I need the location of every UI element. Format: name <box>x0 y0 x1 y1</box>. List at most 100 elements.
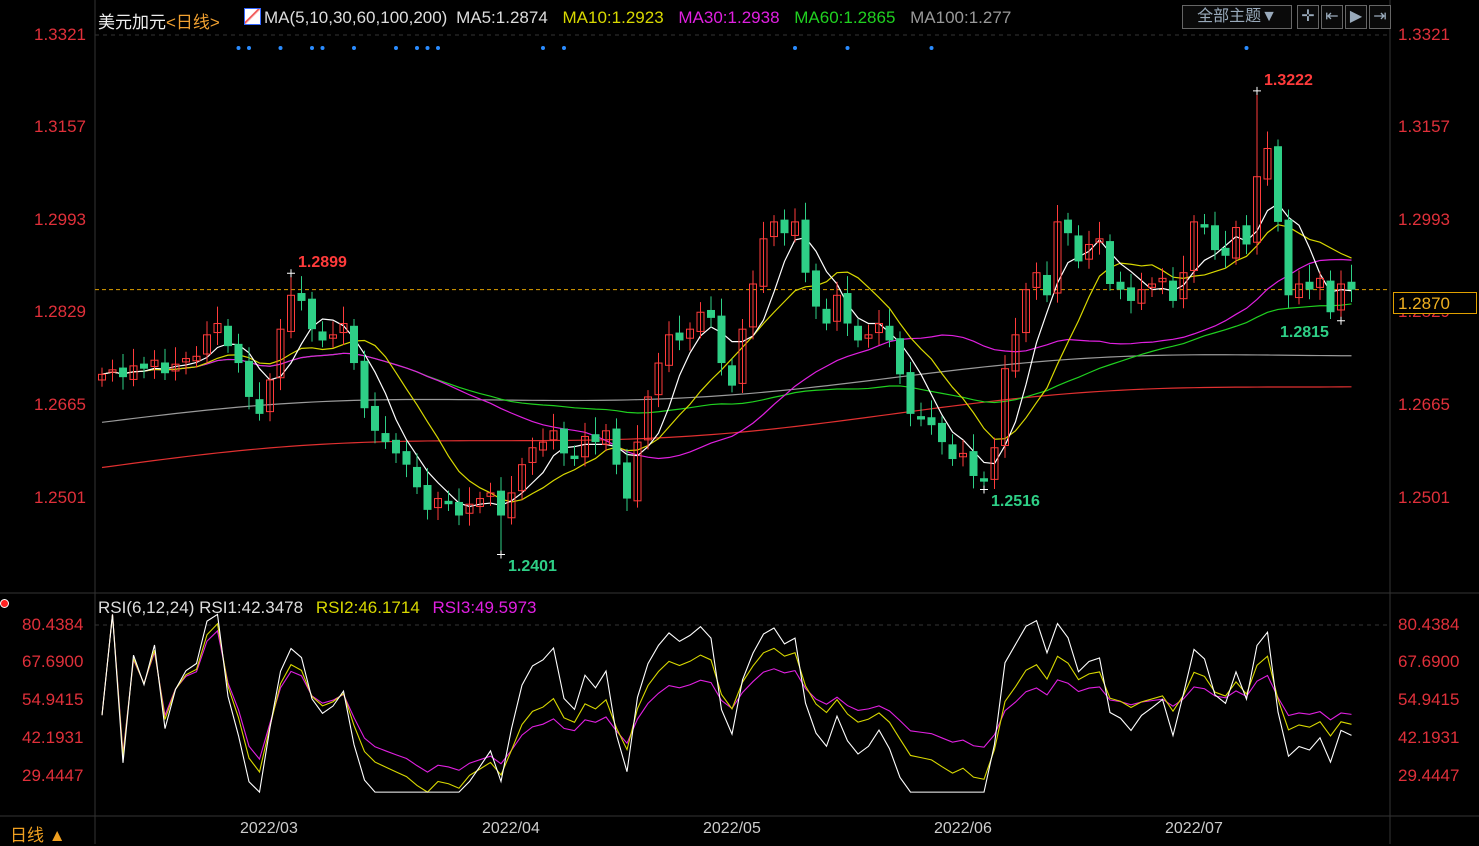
candle-down <box>371 405 379 431</box>
exit-button[interactable]: ⇥ <box>1369 5 1391 29</box>
rsi-legend: RSI(6,12,24) RSI1:42.3478 RSI2:46.1714 R… <box>98 598 537 617</box>
signal-dot <box>929 46 934 50</box>
price-tick: 1.2665 <box>34 395 86 414</box>
signal-dot <box>845 46 850 50</box>
candle-down <box>444 500 453 505</box>
signal-dot <box>320 46 325 50</box>
candle-down <box>161 362 169 374</box>
candle-down <box>234 343 243 364</box>
indicator-icon <box>244 8 261 25</box>
candle-down <box>717 315 726 364</box>
rsi-tick: 42.1931 <box>22 728 84 747</box>
signal-dot <box>793 46 797 50</box>
signal-dot <box>436 46 440 50</box>
candle-down <box>1127 287 1135 301</box>
candle-down <box>812 270 820 307</box>
crosshair-button[interactable]: ✛ <box>1297 5 1319 29</box>
rsi-tick: 67.6900 <box>22 652 84 671</box>
ma60-line <box>101 303 1352 414</box>
signal-dot <box>236 46 241 50</box>
price-tick: 1.3157 <box>1398 117 1450 136</box>
period-toggle[interactable]: 日线 ▲ <box>10 821 66 846</box>
candle-down <box>318 331 327 341</box>
range-button[interactable]: ⇤ <box>1321 5 1343 29</box>
candle-down <box>413 466 421 488</box>
candle-down <box>497 490 505 516</box>
low-annotation: 1.2516 <box>991 493 1040 510</box>
chart-canvas[interactable] <box>0 0 1479 844</box>
extreme-marker <box>1253 86 1261 95</box>
ma-legend: MA(5,10,30,60,100,200) MA5:1.2874 MA10:1… <box>244 8 1011 28</box>
crosshair-icon: ✛ <box>1301 8 1315 25</box>
candle-down <box>1074 235 1083 262</box>
candle-down <box>927 417 936 426</box>
candle-down <box>1221 247 1230 256</box>
candle-down <box>560 428 568 454</box>
candle-down <box>906 372 915 414</box>
candle-down <box>801 219 810 273</box>
exit-icon: ⇥ <box>1373 8 1387 25</box>
price-tick: 1.2665 <box>1398 395 1450 414</box>
candle-down <box>896 338 904 375</box>
candle-down <box>591 434 600 443</box>
candle-down <box>623 462 631 499</box>
candle-down <box>675 332 684 341</box>
candle-down <box>402 451 411 465</box>
candle-down <box>969 451 978 476</box>
ma200-line <box>101 386 1352 469</box>
extreme-marker <box>497 550 505 559</box>
rsi-tick: 29.4447 <box>22 766 84 785</box>
price-tick: 1.3157 <box>34 117 86 136</box>
candle-down <box>245 360 253 397</box>
theme-dropdown[interactable]: 全部主题▼ <box>1182 5 1292 29</box>
rsi-tick: 54.9415 <box>22 690 84 709</box>
candle-down <box>728 365 736 386</box>
price-tick: 1.2501 <box>1398 488 1450 507</box>
candle-down <box>780 219 789 234</box>
candle-down <box>1347 281 1356 290</box>
price-tick: 1.3321 <box>34 25 86 44</box>
indicator-marker-icon <box>0 599 9 608</box>
candle-down <box>822 308 831 324</box>
range-icon: ⇤ <box>1325 8 1339 25</box>
rsi-tick: 54.9415 <box>1398 690 1460 709</box>
signal-dot <box>278 46 283 50</box>
price-tick: 1.3321 <box>1398 25 1450 44</box>
signal-dot <box>394 46 398 50</box>
candle-down <box>297 293 306 301</box>
date-tick: 2022/06 <box>934 820 992 837</box>
candle-down <box>948 444 957 460</box>
candle-down <box>843 293 852 324</box>
low-annotation: 1.2815 <box>1280 324 1329 341</box>
candle-down <box>1169 280 1177 301</box>
date-tick: 2022/04 <box>482 820 540 837</box>
extreme-marker <box>287 269 295 278</box>
rsi-tick: 67.6900 <box>1398 652 1460 671</box>
candle-down <box>392 439 400 454</box>
candle-down <box>1284 219 1293 296</box>
signal-dot <box>541 46 545 50</box>
extreme-marker <box>980 485 988 494</box>
candle-down <box>350 325 358 364</box>
candle-down <box>1211 225 1219 251</box>
signal-dot <box>247 46 251 50</box>
candle-down <box>612 428 621 465</box>
candle-down <box>1274 146 1282 222</box>
low-annotation: 1.2401 <box>508 558 557 575</box>
candle-down <box>140 363 148 369</box>
candle-down <box>1064 219 1072 234</box>
candle-down <box>980 478 988 482</box>
high-annotation: 1.3222 <box>1264 72 1313 89</box>
candle-down <box>308 298 316 330</box>
rsi-tick: 29.4447 <box>1398 766 1460 785</box>
candle-down <box>707 309 715 318</box>
date-tick: 2022/05 <box>703 820 761 837</box>
signal-dot <box>352 46 356 50</box>
ma10-line <box>101 224 1352 503</box>
signal-dot <box>425 46 430 50</box>
candle-down <box>423 485 432 510</box>
candle-down <box>1326 280 1335 313</box>
price-tick: 1.2829 <box>34 302 86 321</box>
price-tick: 1.2993 <box>34 210 86 229</box>
play-button[interactable]: ▶ <box>1345 5 1367 29</box>
